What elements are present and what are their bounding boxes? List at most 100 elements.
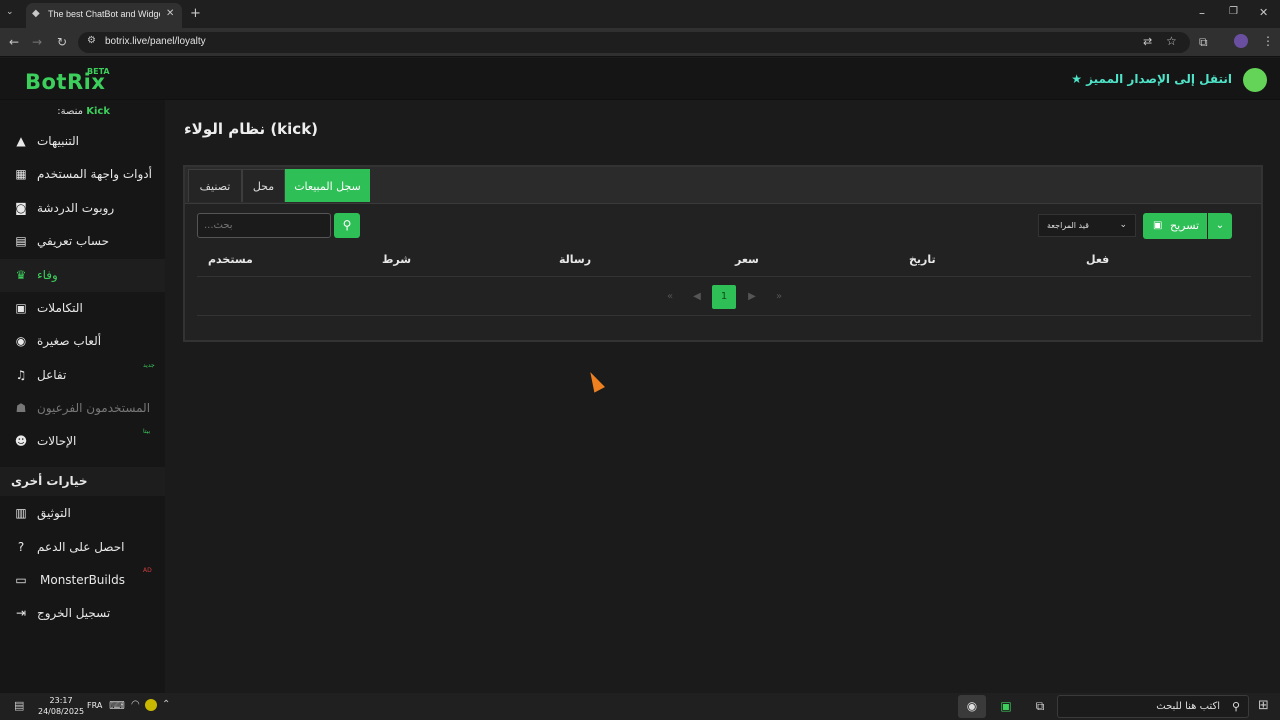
windows-start-icon[interactable]: ⊞ [1258,699,1269,712]
sidebar-item-label: أدوات واجهة المستخدم [37,167,152,181]
export-label: تسريح [1170,219,1200,232]
sidebar-item-minigames[interactable]: ◉ ألعاب صغيرة [0,325,165,358]
user-avatar[interactable] [1243,68,1267,92]
sidebar-item-docs[interactable]: ▥ التوثيق [0,497,165,530]
translate-icon[interactable]: ⇄ [1143,36,1152,47]
page-number-current[interactable]: 1 [712,285,736,309]
sidebar-item-subusers[interactable]: ☗ المستخدمون الفرعيون [0,392,165,425]
close-window-icon[interactable]: ✕ [1259,7,1268,18]
forward-icon[interactable]: → [32,36,42,48]
last-page-icon[interactable]: » [767,285,791,309]
sidebar-item-integrations[interactable]: ▣ التكاملات [0,292,165,325]
clock-date: 24/08/2025 [38,707,85,716]
taskbar-search-placeholder: اكتب هنا للبحث [1156,701,1220,712]
sidebar-item-alerts[interactable]: ▲ التنبيهات [0,125,165,158]
trophy-icon: ♛ [15,268,27,282]
gamepad-icon: ◉ [15,334,27,348]
chevron-up-icon[interactable]: ⌃ [162,700,170,710]
docs-icon: ▥ [15,506,27,520]
music-icon: ♫ [15,368,27,382]
minimize-icon[interactable]: – [1199,7,1205,19]
keyboard-icon[interactable]: ⌨ [109,700,125,711]
browser-tab[interactable]: ◆ The best ChatBot and Widgets ✕ [26,3,182,28]
browser-menu-icon[interactable]: ⋮ [1262,35,1274,47]
premium-link-label: انتقل إلى الإصدار المميز [1086,72,1232,86]
robot-icon: ◙ [15,201,27,215]
sidebar-item-label: ألعاب صغيرة [37,334,102,348]
column-header-condition: شرط [382,253,412,266]
sidebar-item-referrals[interactable]: ☻ الإحالات بيتا [0,425,165,458]
sidebar-item-monsterbuilds[interactable]: ▭ MonsterBuilds AD [0,564,165,597]
sidebar-item-label: وفاء [37,268,58,282]
profile-avatar-icon[interactable] [1234,34,1248,48]
tab-list-chevron-icon[interactable]: ⌄ [6,8,14,17]
bookmark-star-icon[interactable]: ☆ [1166,35,1177,47]
sidebar-item-label: تفاعل [37,368,67,382]
chrome-app-icon[interactable]: ◉ [958,695,986,718]
tab-title: The best ChatBot and Widgets [48,9,160,19]
warning-icon: ▲ [16,134,26,148]
sidebar-item-support[interactable]: ? احصل على الدعم [0,531,165,564]
sidebar-item-label: المستخدمون الفرعيون [37,401,151,415]
new-tab-icon[interactable]: + [190,7,201,20]
taskbar-search[interactable]: اكتب هنا للبحث ⚲ [1057,695,1249,718]
status-filter-select[interactable]: قيد المراجعة ⌄ [1038,214,1136,237]
tab-ranking[interactable]: تصنيف [188,169,242,202]
other-options-heading: خيارات أخرى [0,467,165,496]
platform-label: منصة: [57,106,84,117]
clock-time: 23:17 [49,696,73,705]
address-bar[interactable]: ⚙ botrix.live/panel/loyalty ⇄ ☆ [78,32,1190,53]
wifi-icon[interactable]: ◠ [131,700,140,710]
maximize-icon[interactable]: ❐ [1229,7,1238,17]
platform-value: Kick [86,106,110,117]
status-app-icon[interactable] [145,699,157,711]
prev-page-icon[interactable]: ◀ [685,285,709,309]
sidebar-item-loyalty[interactable]: ♛ وفاء [0,259,165,292]
users-icon: ☗ [15,401,27,415]
tab-sales-log[interactable]: سجل المبيعات [285,169,370,202]
close-tab-icon[interactable]: ✕ [166,9,174,19]
url-text: botrix.live/panel/loyalty [105,36,206,47]
back-icon[interactable]: ← [9,36,19,48]
premium-link[interactable]: انتقل إلى الإصدار المميز ★ [1071,72,1232,86]
ad-badge: AD [143,567,152,574]
laptop-icon: ▭ [15,573,27,587]
pagination-divider [197,315,1251,316]
site-favicon-icon: ◆ [32,8,40,19]
column-header-price: سعر [735,253,759,266]
task-view-icon[interactable]: ⧉ [1026,695,1054,718]
mouse-cursor-icon [585,369,605,393]
sidebar-item-widgets[interactable]: ▦ أدوات واجهة المستخدم [0,158,165,191]
search-input[interactable] [197,213,331,238]
column-header-date: تاريخ [909,253,936,266]
sidebar-item-label: احصل على الدعم [37,540,125,554]
page-number-label: 1 [720,291,728,302]
sidebar-item-label: التوثيق [37,506,71,520]
sidebar-item-logout[interactable]: ⇥ تسجيل الخروج [0,597,165,630]
sidebar-item-label: MonsterBuilds [40,573,125,587]
sidebar-item-profile[interactable]: ▤ حساب تعريفي [0,225,165,258]
profile-card-icon: ▤ [15,234,27,248]
export-button[interactable]: ▣ تسريح [1143,213,1207,239]
platform-indicator: Kick منصة: [0,106,110,117]
next-page-icon[interactable]: ▶ [740,285,764,309]
help-icon: ? [17,540,25,554]
first-page-icon[interactable]: « [658,285,682,309]
search-button[interactable]: ⚲ [334,213,360,238]
clock[interactable]: 23:17 24/08/2025 [38,695,84,717]
sidebar-item-label: روبوت الدردشة [37,201,115,215]
sidebar-item-chatbot[interactable]: ◙ روبوت الدردشة [0,192,165,225]
input-language[interactable]: FRA [87,701,102,710]
other-options-label: خيارات أخرى [11,474,88,488]
excel-icon: ▣ [1153,220,1163,231]
kick-app-icon[interactable]: ▣ [992,695,1020,718]
site-info-icon[interactable]: ⚙ [87,36,96,46]
notification-icon[interactable]: ▤ [14,700,24,711]
extensions-icon[interactable]: ⧉ [1199,36,1208,48]
browser-toolbar: ← → ↻ ⚙ botrix.live/panel/loyalty ⇄ ☆ ⧉ … [0,28,1280,57]
sidebar-item-interaction[interactable]: ♫ تفاعل جديد [0,359,165,392]
tab-shop[interactable]: محل [242,169,285,202]
sidebar-item-label: حساب تعريفي [37,234,110,248]
export-dropdown-button[interactable]: ⌄ [1208,213,1232,239]
reload-icon[interactable]: ↻ [57,36,67,48]
